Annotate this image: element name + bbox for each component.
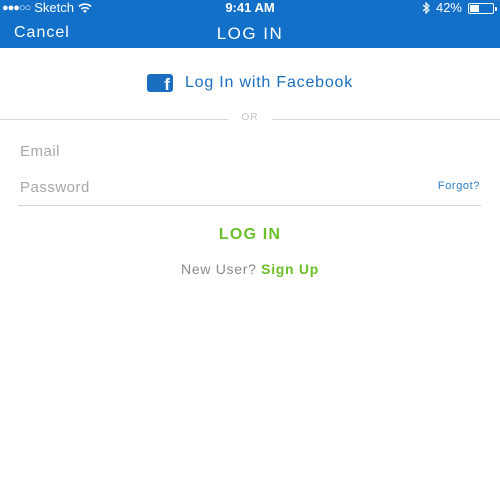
battery-fill [470, 4, 480, 12]
status-bar: ●●●○○ Sketch 9:41 AM 42% [0, 0, 500, 16]
login-screen: ●●●○○ Sketch 9:41 AM 42% Cancel LOG IN f… [0, 0, 500, 500]
new-user-prompt: New User? [181, 261, 262, 277]
sign-up-link[interactable]: Sign Up [261, 261, 319, 277]
battery-percent: 42% [435, 0, 462, 15]
facebook-icon-glyph: f [164, 75, 170, 94]
login-button[interactable]: LOG IN [0, 226, 500, 244]
top-bar: ●●●○○ Sketch 9:41 AM 42% Cancel LOG IN [0, 0, 500, 48]
bluetooth-icon [422, 1, 430, 15]
battery-icon [468, 2, 497, 14]
email-field[interactable] [20, 139, 410, 163]
field-divider [18, 205, 481, 206]
or-label: OR [241, 112, 259, 123]
password-field[interactable] [20, 175, 410, 199]
signup-row: New User? Sign Up [0, 261, 500, 277]
nav-bar: Cancel LOG IN [0, 16, 500, 48]
battery-tip [495, 6, 497, 11]
page-title: LOG IN [216, 24, 284, 43]
or-divider: OR [0, 112, 500, 126]
facebook-icon: f [146, 74, 173, 94]
facebook-login-button[interactable]: f Log In with Facebook [0, 72, 500, 94]
status-right: 42% [422, 0, 497, 16]
divider-line-right [272, 119, 500, 120]
forgot-password-link[interactable]: Forgot? [438, 180, 480, 192]
facebook-login-label: Log In with Facebook [184, 74, 354, 91]
